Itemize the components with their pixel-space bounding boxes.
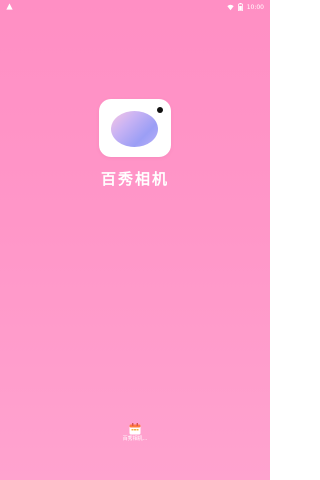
app-name: 百秀相机: [100, 170, 169, 188]
splash-screen: 10:00 百秀相机 百秀相机...: [0, 0, 270, 480]
bottom-badge: 百秀相机...: [115, 420, 155, 442]
flash-dot: [157, 107, 163, 113]
status-bar: 10:00: [0, 0, 270, 14]
wifi-icon: [227, 4, 234, 13]
camera-logo-icon: [99, 99, 171, 157]
calendar-icon: [129, 420, 141, 435]
status-time: 10:00: [246, 4, 264, 11]
bottom-label: 百秀相机...: [122, 436, 148, 442]
battery-icon: [237, 3, 243, 13]
alert-triangle-icon: [6, 3, 13, 12]
status-right: 10:00: [227, 3, 264, 13]
lens-shape: [111, 111, 158, 147]
